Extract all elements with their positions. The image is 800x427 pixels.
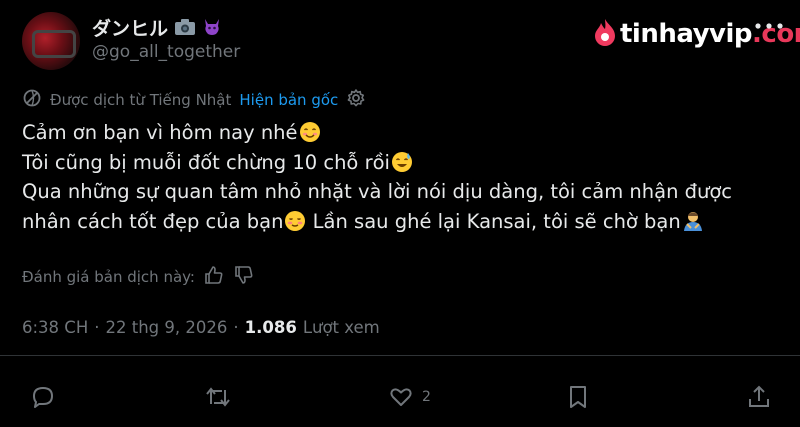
relieved-blush-emoji-icon (285, 210, 306, 231)
purple-devil-emoji-icon (202, 17, 222, 37)
tweet-meta-row: 6:38 CH · 22 thg 9, 2026 · 1.086 Lượt xe… (22, 315, 380, 339)
meta-separator: · (94, 317, 100, 337)
rate-translation-label: Đánh giá bản dịch này: (22, 268, 195, 286)
show-original-link[interactable]: Hiện bản gốc (239, 91, 338, 109)
flame-logo-icon (592, 18, 618, 50)
share-button[interactable] (746, 382, 772, 412)
tweet-date[interactable]: 22 thg 9, 2026 (105, 318, 227, 337)
tweet-text: Cảm ơn bạn vì hôm nay nhé Tôi cũng bị mu… (22, 118, 782, 236)
avatar[interactable] (22, 12, 80, 70)
more-options-icon[interactable] (754, 22, 784, 30)
tweet-line: Tôi cũng bị muỗi đốt chừng 10 chỗ rồi (22, 148, 782, 178)
author-name-row: ダンヒル (92, 14, 222, 40)
tweet-line: Cảm ơn bạn vì hôm nay nhé (22, 118, 782, 148)
thumbs-down-icon[interactable] (233, 264, 255, 290)
thumbs-up-icon[interactable] (203, 264, 225, 290)
like-button[interactable]: 2 (388, 382, 431, 412)
retweet-button[interactable] (204, 382, 232, 412)
meta-separator: · (233, 317, 239, 337)
tweet-line-text: Tôi cũng bị muỗi đốt chừng 10 chỗ rồi (22, 150, 390, 174)
views-count[interactable]: 1.086 (245, 318, 297, 337)
divider (0, 355, 800, 356)
bowing-person-emoji-icon (683, 211, 702, 231)
like-count: 2 (422, 389, 431, 405)
retweet-icon (206, 387, 230, 407)
reply-icon (33, 387, 53, 408)
tweet-line-text: nhân cách tốt đẹp của bạn (22, 209, 284, 233)
share-icon (749, 385, 769, 407)
sweat-smile-emoji-icon (391, 151, 412, 172)
translation-row: Được dịch từ Tiếng Nhật Hiện bản gốc (22, 89, 366, 111)
views-label[interactable]: Lượt xem (303, 318, 380, 337)
tweet-line-text: Lần sau ghé lại Kansai, tôi sẽ chờ bạn (306, 209, 681, 233)
tweet-time[interactable]: 6:38 CH (22, 318, 88, 337)
rate-translation-row: Đánh giá bản dịch này: (22, 266, 255, 288)
author-handle[interactable]: @go_all_together (92, 42, 240, 62)
tweet-line: Qua những sự quan tâm nhỏ nhặt và lời nó… (22, 180, 733, 203)
smiling-blush-emoji-icon (299, 122, 320, 142)
translate-icon (22, 88, 42, 112)
tweet-line-text: Cảm ơn bạn vì hôm nay nhé (22, 121, 298, 144)
heart-icon (390, 388, 412, 406)
bookmark-button[interactable] (566, 382, 590, 412)
reply-button[interactable] (30, 382, 56, 412)
translated-from-label: Được dịch từ Tiếng Nhật (50, 91, 232, 109)
tweet-line: nhân cách tốt đẹp của bạn Lần sau ghé lạ… (22, 207, 782, 237)
bookmark-icon (570, 386, 586, 408)
settings-gear-icon[interactable] (346, 88, 366, 112)
camera-emoji-icon (174, 18, 196, 36)
author-display-name[interactable]: ダンヒル (92, 14, 168, 41)
